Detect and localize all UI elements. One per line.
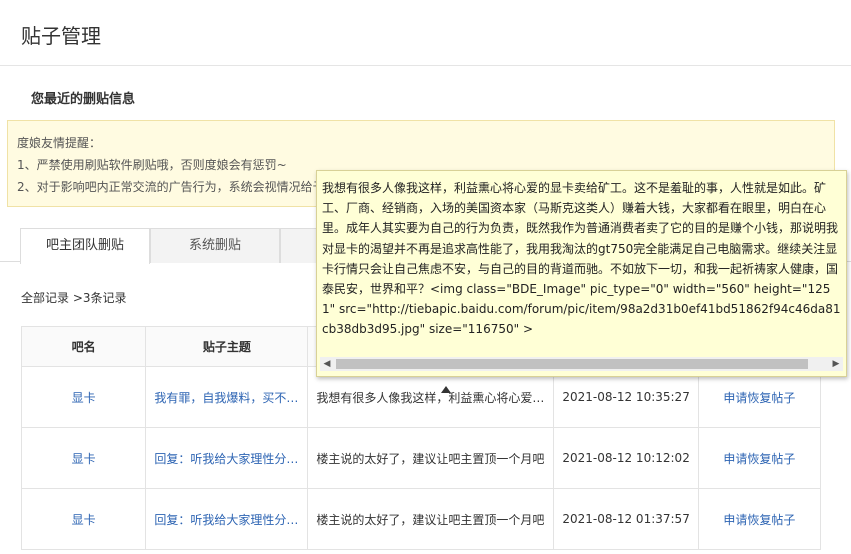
topic-link[interactable]: 回复：听我给大家理性分析一下 — [154, 511, 299, 528]
records-summary: 全部记录 >3条记录 — [21, 291, 127, 305]
table-row: 显卡 回复：听我给大家理性分析一下 楼主说的太好了，建议让吧主置顶一个月吧 20… — [20, 427, 822, 489]
notice-line-1: 1、严禁使用刷贴软件刷贴哦，否则度娘会有惩罚~ — [17, 158, 287, 172]
tab-team-delete[interactable]: 吧主团队删贴 — [20, 228, 150, 264]
delete-time: 2021-08-12 01:37:57 — [553, 488, 699, 550]
notice-line-2: 2、对于影响吧内正常交流的广告行为，系统会视情况给予 — [17, 180, 325, 194]
header-bar-name: 吧名 — [20, 326, 147, 367]
topic-link[interactable]: 我有罪，自我爆料，买不起显卡 — [154, 389, 299, 406]
scroll-right-icon[interactable]: ▶ — [829, 357, 843, 371]
content-tooltip: 我想有很多人像我这样，利益熏心将心爱的显卡卖给矿工。这不是羞耻的事，人性就是如此… — [316, 170, 847, 377]
page-title: 贴子管理 — [21, 24, 101, 48]
post-content: 我想有很多人像我这样，利益熏心将心爱的显卡卖给矿工。 — [316, 390, 545, 405]
table-row: 显卡 回复：听我给大家理性分析一下 楼主说的太好了，建议让吧主置顶一个月吧 20… — [20, 488, 822, 550]
delete-time: 2021-08-12 10:12:02 — [553, 427, 699, 489]
tooltip-text: 我想有很多人像我这样，利益熏心将心爱的显卡卖给矿工。这不是羞耻的事，人性就是如此… — [322, 181, 841, 337]
post-content: 楼主说的太好了，建议让吧主置顶一个月吧 — [316, 451, 545, 466]
tab-system-delete[interactable]: 系统删贴 — [150, 228, 280, 263]
tooltip-scrollbar[interactable]: ◀ ▶ — [320, 357, 843, 371]
page-header: 贴子管理 — [0, 0, 851, 66]
restore-post-button[interactable]: 申请恢复帖子 — [723, 513, 795, 527]
restore-post-button[interactable]: 申请恢复帖子 — [723, 391, 795, 405]
bar-name-link[interactable]: 显卡 — [72, 452, 96, 466]
header-topic: 贴子主题 — [145, 326, 309, 367]
notice-heading: 度娘友情提醒： — [17, 136, 102, 150]
mouse-cursor-icon — [441, 383, 451, 393]
scrollbar-thumb[interactable] — [336, 359, 808, 369]
bar-name-link[interactable]: 显卡 — [72, 391, 96, 405]
bar-name-link[interactable]: 显卡 — [72, 513, 96, 527]
section-title: 您最近的删贴信息 — [31, 92, 136, 107]
scroll-left-icon[interactable]: ◀ — [320, 357, 334, 371]
topic-link[interactable]: 回复：听我给大家理性分析一下 — [154, 450, 299, 467]
post-content: 楼主说的太好了，建议让吧主置顶一个月吧 — [316, 512, 545, 527]
restore-post-button[interactable]: 申请恢复帖子 — [723, 452, 795, 466]
